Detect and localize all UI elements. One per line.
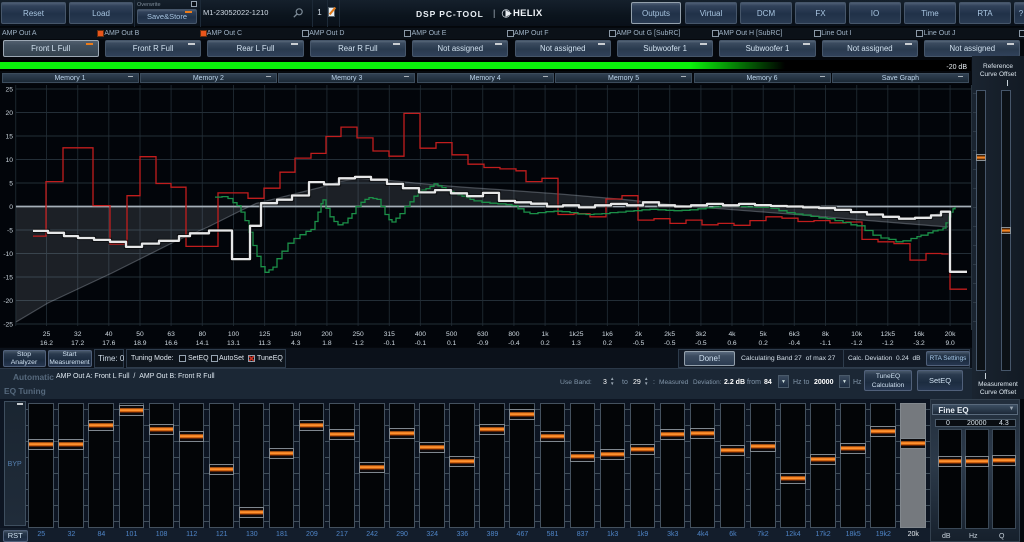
svg-text:13.1: 13.1 — [227, 340, 240, 347]
svg-text:4k: 4k — [728, 331, 736, 338]
svg-text:18.9: 18.9 — [133, 340, 146, 347]
svg-text:-25: -25 — [3, 322, 13, 329]
svg-text:25: 25 — [6, 87, 14, 94]
svg-text:15: 15 — [6, 134, 14, 141]
svg-text:0.2: 0.2 — [603, 340, 613, 347]
svg-text:17.6: 17.6 — [102, 340, 115, 347]
svg-text:8k: 8k — [822, 331, 830, 338]
svg-text:-15: -15 — [3, 275, 13, 282]
svg-text:160: 160 — [290, 331, 301, 338]
svg-text:-0.5: -0.5 — [695, 340, 707, 347]
svg-text:-0.9: -0.9 — [477, 340, 489, 347]
svg-text:10: 10 — [6, 157, 14, 164]
svg-text:0: 0 — [9, 204, 13, 211]
svg-text:1k: 1k — [542, 331, 550, 338]
svg-text:0.6: 0.6 — [727, 340, 737, 347]
svg-text:-1.1: -1.1 — [820, 340, 832, 347]
svg-text:2k5: 2k5 — [664, 331, 675, 338]
svg-text:20k: 20k — [945, 331, 956, 338]
svg-text:10k: 10k — [851, 331, 862, 338]
svg-text:2k: 2k — [635, 331, 643, 338]
svg-text:6k3: 6k3 — [789, 331, 800, 338]
svg-text:9.0: 9.0 — [945, 340, 955, 347]
svg-text:-0.4: -0.4 — [508, 340, 520, 347]
svg-text:-1.2: -1.2 — [851, 340, 863, 347]
svg-text:-1.2: -1.2 — [882, 340, 894, 347]
svg-text:125: 125 — [259, 331, 270, 338]
svg-text:32: 32 — [74, 331, 82, 338]
svg-text:25: 25 — [43, 331, 51, 338]
svg-text:200: 200 — [321, 331, 332, 338]
svg-text:-0.4: -0.4 — [789, 340, 801, 347]
svg-text:11.3: 11.3 — [258, 340, 271, 347]
svg-text:630: 630 — [477, 331, 488, 338]
svg-text:0.2: 0.2 — [759, 340, 769, 347]
svg-text:-0.1: -0.1 — [384, 340, 396, 347]
svg-text:3k2: 3k2 — [696, 331, 707, 338]
svg-text:1k25: 1k25 — [569, 331, 584, 338]
svg-text:-20: -20 — [3, 298, 13, 305]
svg-text:16.2: 16.2 — [40, 340, 53, 347]
svg-text:-0.5: -0.5 — [664, 340, 676, 347]
svg-text:14.1: 14.1 — [196, 340, 209, 347]
svg-text:-5: -5 — [7, 228, 13, 235]
svg-text:-1.2: -1.2 — [352, 340, 364, 347]
svg-text:40: 40 — [105, 331, 113, 338]
svg-text:-3.2: -3.2 — [913, 340, 925, 347]
svg-text:20: 20 — [6, 110, 14, 117]
svg-text:250: 250 — [353, 331, 364, 338]
svg-text:1k6: 1k6 — [602, 331, 613, 338]
svg-text:16.6: 16.6 — [165, 340, 178, 347]
svg-text:-0.5: -0.5 — [633, 340, 645, 347]
svg-text:17.2: 17.2 — [71, 340, 84, 347]
svg-text:63: 63 — [167, 331, 175, 338]
svg-text:-10: -10 — [3, 251, 13, 258]
svg-text:1.3: 1.3 — [572, 340, 582, 347]
svg-text:800: 800 — [508, 331, 519, 338]
svg-text:0.2: 0.2 — [540, 340, 550, 347]
svg-text:5k: 5k — [760, 331, 768, 338]
svg-text:80: 80 — [199, 331, 207, 338]
svg-text:4.3: 4.3 — [291, 340, 301, 347]
svg-text:16k: 16k — [914, 331, 925, 338]
svg-text:1.8: 1.8 — [322, 340, 332, 347]
svg-text:315: 315 — [384, 331, 395, 338]
svg-text:5: 5 — [9, 181, 13, 188]
svg-text:400: 400 — [415, 331, 426, 338]
svg-text:12k5: 12k5 — [881, 331, 896, 338]
svg-text:0.1: 0.1 — [447, 340, 457, 347]
svg-text:100: 100 — [228, 331, 239, 338]
svg-text:500: 500 — [446, 331, 457, 338]
svg-text:-0.1: -0.1 — [415, 340, 427, 347]
svg-text:50: 50 — [136, 331, 144, 338]
